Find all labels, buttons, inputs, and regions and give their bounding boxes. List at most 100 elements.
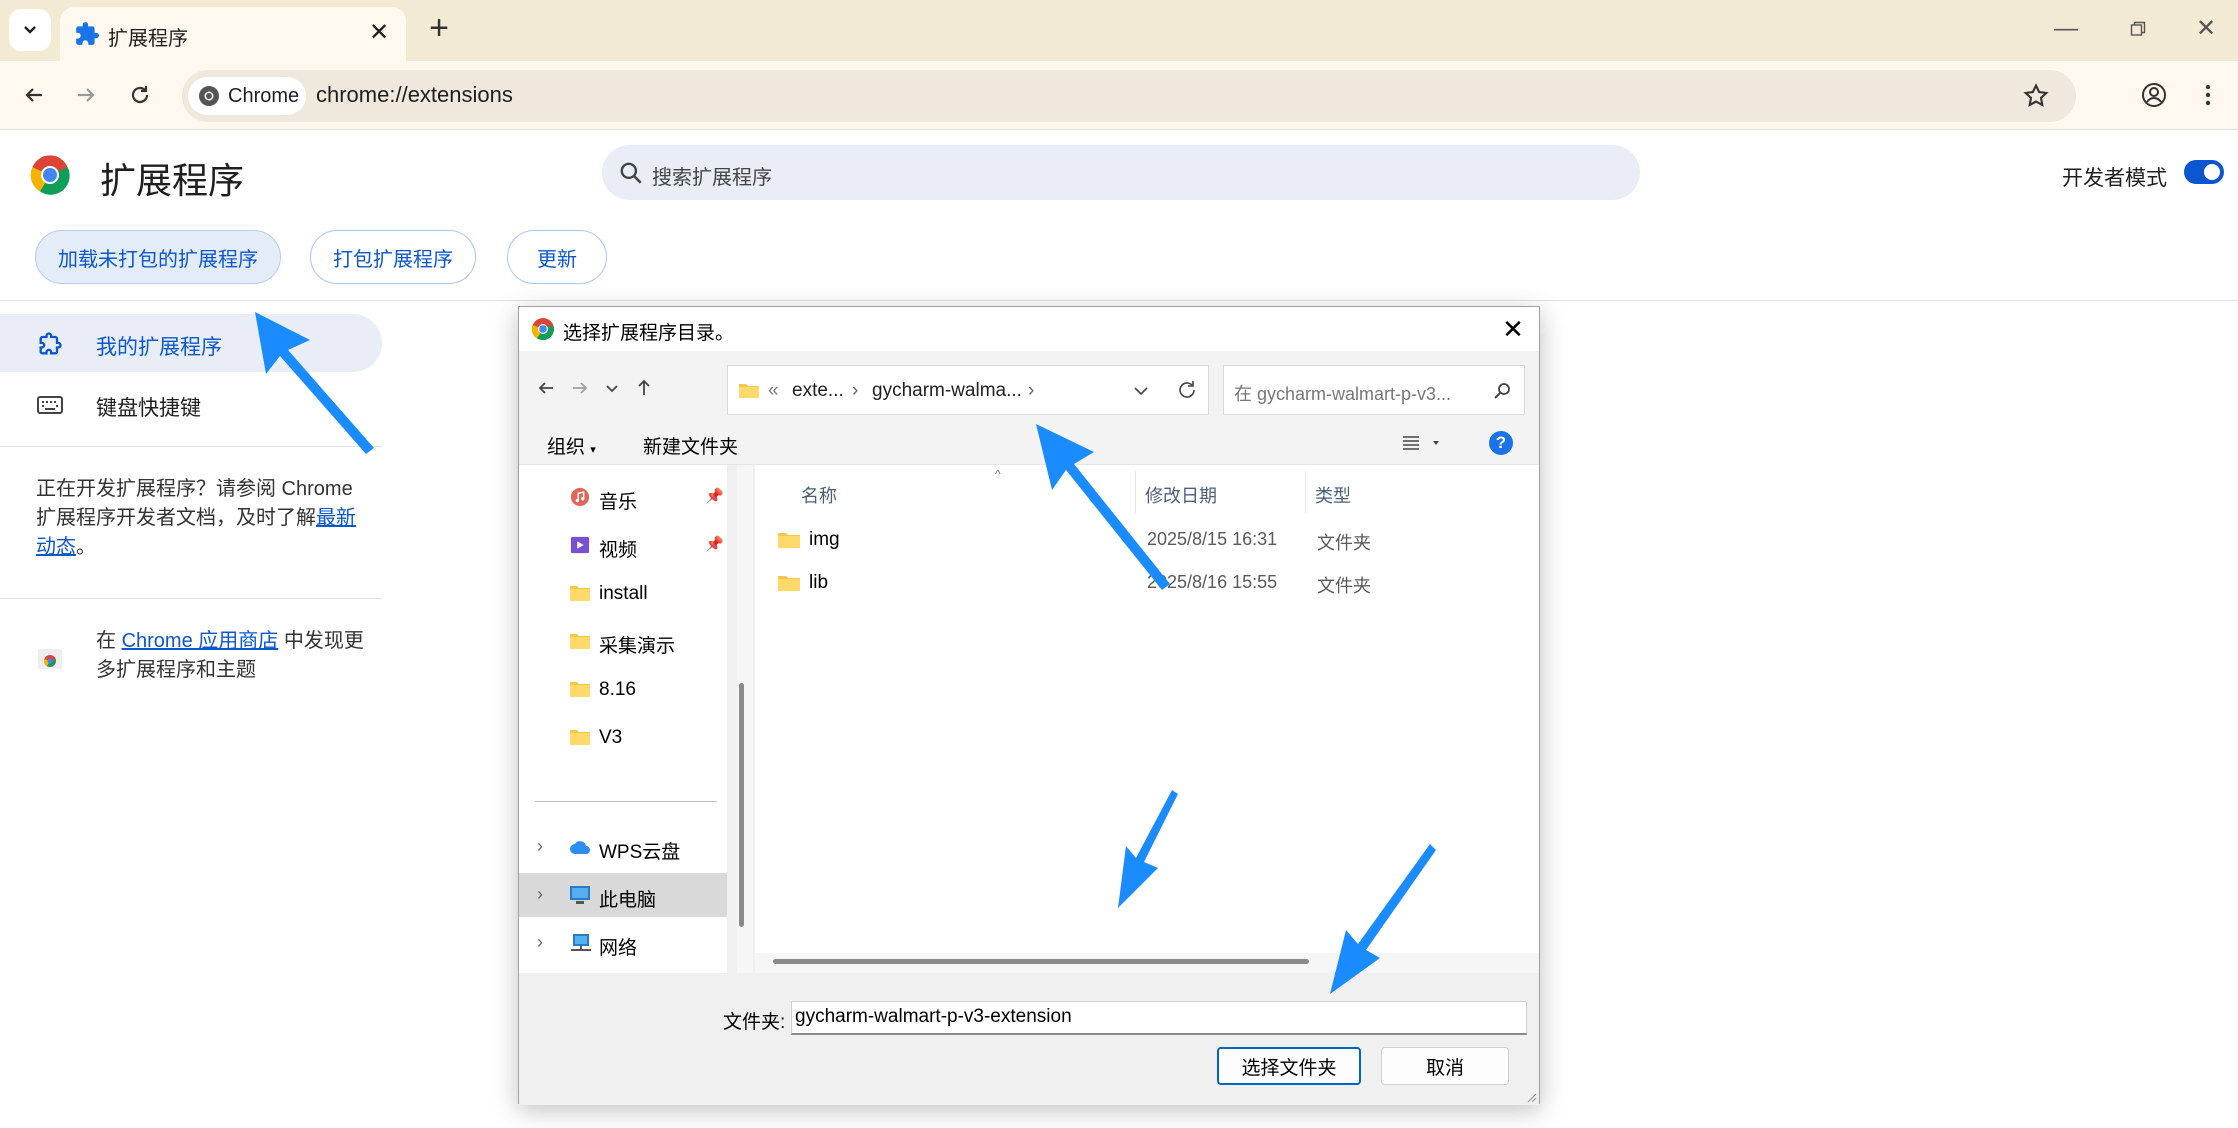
new-tab-button[interactable]: + [422, 11, 456, 46]
breadcrumb-part-2[interactable]: gycharm-walma... [872, 380, 1022, 402]
nav-item-videos[interactable]: 视频 📌 [519, 523, 727, 567]
dialog-command-bar: 组织 ▾ 新建文件夹 ? [519, 421, 1539, 465]
nav-scrollbar-thumb[interactable] [739, 683, 744, 927]
url-text[interactable]: chrome://extensions [316, 82, 513, 108]
sidebar-item-keyboard-shortcuts[interactable]: 键盘快捷键 [96, 392, 201, 422]
expand-chevron-icon[interactable]: › [537, 932, 543, 953]
sidebar-item-label: 我的扩展程序 [96, 336, 222, 359]
column-header-type[interactable]: 类型 [1315, 482, 1351, 508]
header-divider [0, 300, 2238, 301]
folder-icon [570, 682, 590, 697]
help-icon[interactable]: ? [1489, 431, 1513, 455]
search-icon [620, 162, 642, 184]
chevron-down-icon [24, 26, 36, 34]
sidebar-divider [0, 598, 382, 599]
extension-search-input[interactable]: 搜索扩展程序 [602, 145, 1640, 200]
new-folder-button[interactable]: 新建文件夹 [643, 432, 738, 459]
address-bar[interactable]: Chrome chrome://extensions [182, 70, 2076, 122]
organize-label: 组织 [547, 437, 586, 458]
organize-menu[interactable]: 组织 ▾ [547, 432, 596, 459]
file-type: 文件夹 [1317, 576, 1371, 596]
breadcrumb-separator: › [1028, 380, 1035, 401]
chrome-logo-icon [30, 155, 70, 195]
column-divider [1135, 471, 1136, 513]
browser-toolbar: Chrome chrome://extensions [0, 61, 2238, 130]
developer-info-text: 正在开发扩展程序？请参阅 Chrome 扩展程序开发者文档，及时了解最新动态。 [36, 475, 366, 562]
view-options-button[interactable] [1401, 431, 1449, 455]
cancel-button[interactable]: 取消 [1381, 1047, 1509, 1085]
nav-item-music[interactable]: 音乐 📌 [519, 475, 727, 519]
dialog-search-input[interactable]: 在 gycharm-walmart-p-v3... [1223, 365, 1525, 415]
nav-item-network[interactable]: › 网络 [519, 921, 727, 965]
expand-chevron-icon[interactable]: › [537, 836, 543, 857]
up-folder-icon[interactable] [631, 375, 657, 401]
restore-icon [2130, 21, 2146, 36]
file-row[interactable]: lib 2025/8/16 15:55 文件夹 [755, 562, 1539, 602]
recent-locations-chevron-icon[interactable] [599, 375, 625, 401]
chrome-logo-icon [199, 86, 219, 106]
sidebar-item-my-extensions[interactable]: 我的扩展程序 [0, 314, 382, 372]
folder-icon [570, 730, 590, 745]
menu-button[interactable] [2188, 75, 2228, 115]
computer-icon [570, 886, 590, 904]
column-header-name[interactable]: 名称 [801, 482, 837, 508]
nav-item-wps-cloud[interactable]: › WPS云盘 [519, 825, 727, 869]
nav-item-v3[interactable]: V3 [519, 715, 727, 759]
folder-icon [570, 634, 590, 649]
dialog-back-icon[interactable] [533, 375, 559, 401]
tab-close-icon[interactable]: ✕ [366, 20, 392, 46]
dialog-close-icon[interactable]: ✕ [1497, 313, 1529, 345]
profile-button[interactable] [2134, 75, 2174, 115]
address-breadcrumb[interactable]: « exte... › gycharm-walma... › [727, 365, 1209, 415]
load-unpacked-button[interactable]: 加载未打包的扩展程序 [35, 230, 281, 284]
video-icon [570, 536, 590, 554]
expand-chevron-icon[interactable]: › [537, 884, 543, 905]
page-title: 扩展程序 [100, 160, 245, 201]
developer-mode-label: 开发者模式 [2062, 167, 2167, 190]
tab-search-button[interactable] [9, 9, 51, 51]
tab-title: 扩展程序 [108, 28, 188, 50]
puzzle-icon [39, 332, 62, 355]
close-window-button[interactable]: ✕ [2186, 12, 2226, 46]
horizontal-scrollbar-thumb[interactable] [773, 959, 1309, 964]
breadcrumb-dropdown-icon[interactable] [1132, 383, 1150, 399]
select-folder-button[interactable]: 选择文件夹 [1217, 1047, 1361, 1085]
back-button[interactable] [14, 75, 54, 115]
nav-item-install[interactable]: install [519, 571, 727, 615]
column-divider [1305, 471, 1306, 513]
pack-extension-button[interactable]: 打包扩展程序 [310, 230, 476, 284]
dialog-titlebar: 选择扩展程序目录。 ✕ [519, 307, 1539, 351]
nav-item-label: 网络 [599, 938, 638, 959]
sidebar-divider [0, 446, 382, 447]
sort-caret-icon: ^ [995, 467, 1001, 481]
nav-item-label: 视频 [599, 540, 638, 561]
nav-separator [535, 801, 717, 802]
update-button[interactable]: 更新 [507, 230, 607, 284]
navigation-pane: 音乐 📌 视频 📌 install 采集演示 8.16 V3 › WPS云盘 ›… [519, 465, 727, 973]
folder-name-input[interactable]: gycharm-walmart-p-v3-extension [791, 1001, 1527, 1035]
tab-extensions[interactable]: 扩展程序 ✕ [60, 7, 406, 61]
nav-item-8-16[interactable]: 8.16 [519, 667, 727, 711]
developer-mode-toggle[interactable] [2184, 160, 2224, 184]
reload-button[interactable] [120, 75, 160, 115]
nav-item-this-pc[interactable]: › 此电脑 [519, 873, 727, 917]
column-header-date[interactable]: 修改日期 [1145, 482, 1217, 508]
minimize-button[interactable]: — [2046, 12, 2086, 46]
refresh-icon[interactable] [1176, 379, 1198, 401]
back-arrow-icon [25, 88, 42, 102]
restore-button[interactable] [2118, 12, 2158, 46]
file-row[interactable]: img 2025/8/15 16:31 文件夹 [755, 519, 1539, 559]
bookmark-star-icon[interactable] [2022, 82, 2050, 110]
web-store-link[interactable]: Chrome 应用商店 [122, 630, 279, 652]
search-placeholder: 搜索扩展程序 [652, 167, 772, 189]
resize-grip-icon[interactable] [1525, 1091, 1537, 1103]
nav-item-demo[interactable]: 采集演示 [519, 619, 727, 663]
breadcrumb-overflow[interactable]: « [768, 380, 779, 402]
breadcrumb-part-1[interactable]: exte... [792, 380, 844, 402]
dropdown-caret-icon: ▾ [590, 444, 596, 456]
dialog-forward-icon[interactable] [567, 375, 593, 401]
dev-info-suffix: 。 [76, 536, 96, 558]
folder-icon [739, 384, 759, 398]
folder-icon [778, 533, 800, 548]
forward-button[interactable] [66, 75, 106, 115]
